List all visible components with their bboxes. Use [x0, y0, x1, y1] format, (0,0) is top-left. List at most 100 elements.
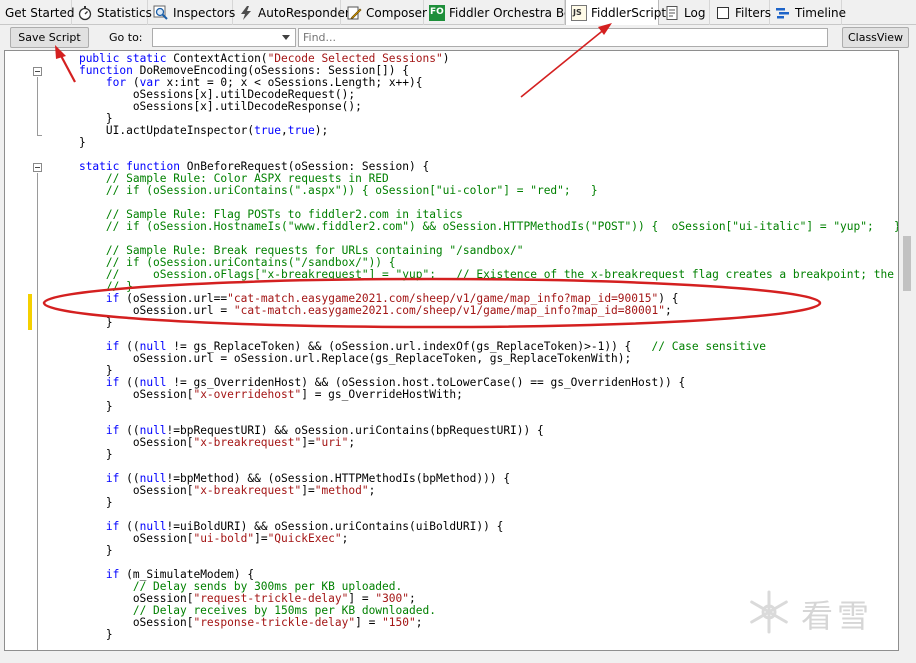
code-line: }	[52, 137, 86, 149]
code-line: }	[52, 317, 113, 329]
tab-label: Get Started	[5, 5, 75, 20]
goto-value	[153, 29, 295, 33]
lightning-icon	[238, 5, 254, 21]
code-token: ]=	[301, 484, 315, 497]
vertical-scrollbar[interactable]	[900, 50, 914, 651]
watermark-text: 看雪	[801, 597, 874, 635]
tab-label: Timeline	[795, 5, 847, 20]
script-icon: JS	[571, 5, 587, 21]
string-token: "x-breakrequest"	[193, 436, 302, 449]
tab-label: FiddlerScript	[591, 6, 667, 20]
tab-fiddlerscript[interactable]: JS FiddlerScript	[565, 0, 666, 26]
tab-fiddler-orchestra-beta[interactable]: FO Fiddler Orchestra Beta	[424, 0, 584, 25]
tab-timeline[interactable]: Timeline	[770, 0, 846, 25]
code-token: ]=	[301, 436, 315, 449]
comment-token: // if (oSession.uriContains(".aspx")) { …	[105, 184, 598, 197]
code-token: ;	[368, 484, 376, 497]
snowflake-icon	[745, 588, 793, 640]
code-token: }	[52, 400, 113, 413]
code-line: UI.actUpdateInspector(true,true);	[52, 125, 328, 137]
code-line: // if (oSession.uriContains(".aspx")) { …	[52, 185, 598, 197]
code-line: // oSession.oFlags["x-breakrequest"] = "…	[52, 268, 898, 281]
tab-label: Statistics	[97, 5, 152, 20]
tab-inspectors[interactable]: Inspectors	[148, 0, 236, 25]
code-token: ;	[415, 616, 423, 629]
code-line: oSession["x-overridehost"] = gs_Override…	[52, 389, 463, 401]
string-token: "uri"	[314, 436, 349, 449]
tab-label: Fiddler Orchestra Beta	[449, 5, 584, 20]
tab-label: Composer	[366, 5, 427, 20]
code-line: }	[52, 449, 113, 461]
comment-token: // oSession.oFlags["x-breakrequest"] = "…	[105, 268, 894, 281]
tab-label: Inspectors	[173, 5, 236, 20]
code-token: ;	[341, 532, 349, 545]
tab-filters[interactable]: Filters	[710, 0, 771, 25]
string-token: "method"	[314, 484, 369, 497]
pencil-icon	[346, 5, 362, 21]
scrollbar-thumb[interactable]	[903, 236, 911, 291]
string-token: "QuickExec"	[267, 532, 342, 545]
tab-label: Filters	[735, 5, 771, 20]
fold-end	[37, 135, 42, 136]
find-input[interactable]	[298, 28, 828, 47]
timeline-icon	[775, 5, 791, 21]
tab-get-started[interactable]: Get Started	[0, 0, 75, 25]
tab-label: AutoResponder	[258, 5, 350, 20]
magnifier-icon	[153, 5, 169, 21]
horizontal-scrollbar[interactable]	[4, 651, 899, 663]
keyword-token: true	[254, 124, 282, 137]
code-token: ] = gs_OverrideHostWith;	[301, 388, 463, 401]
script-toolbar: Save Script Go to: ClassView	[0, 25, 916, 50]
code-token: }	[52, 544, 113, 557]
fold-toggle[interactable]	[33, 67, 42, 76]
code-token: }	[52, 136, 86, 149]
fold-toggle[interactable]	[33, 163, 42, 172]
string-token: "x-overridehost"	[193, 388, 302, 401]
goto-label: Go to:	[109, 31, 143, 44]
checkbox-icon	[715, 5, 731, 21]
code-line: }	[52, 629, 113, 641]
code-token: }	[52, 448, 113, 461]
code-line: oSession.url = oSession.url.Replace(gs_R…	[52, 353, 631, 365]
code-token: oSession.url = oSession.url.Replace(gs_R…	[52, 352, 632, 365]
script-editor[interactable]: public static ContextAction("Decode Sele…	[4, 50, 899, 651]
tab-bar: Get Started Statistics Inspectors AutoRe…	[0, 0, 916, 26]
code-token: )	[442, 52, 450, 65]
comment-token: // if (oSession.HostnameIs("www.fiddler2…	[105, 220, 899, 233]
code-token: ]=	[254, 532, 268, 545]
code-token: );	[314, 124, 329, 137]
fold-margin	[5, 51, 52, 650]
code-token: ] =	[355, 616, 383, 629]
chevron-down-icon	[282, 35, 290, 40]
code-line: // if (oSession.HostnameIs("www.fiddler2…	[52, 220, 899, 233]
code-token: }	[52, 628, 113, 641]
watermark: 看雪	[745, 586, 895, 642]
string-token: "x-breakrequest"	[193, 484, 302, 497]
tab-log[interactable]: Log	[659, 0, 710, 25]
code-token: ,	[281, 124, 288, 137]
code-line: }	[52, 545, 113, 557]
fold-guide	[37, 77, 38, 135]
code-token: ;	[348, 436, 356, 449]
fo-icon: FO	[429, 4, 445, 21]
code-line: }	[52, 497, 113, 509]
code-line: oSession.url = "cat-match.easygame2021.c…	[52, 305, 672, 317]
log-icon	[664, 5, 680, 21]
classview-button[interactable]: ClassView	[842, 27, 909, 48]
string-token: "response-trickle-delay"	[193, 616, 356, 629]
tab-composer[interactable]: Composer	[341, 0, 427, 25]
string-token: "cat-match.easygame2021.com/sheep/v1/gam…	[233, 304, 665, 317]
save-script-button[interactable]: Save Script	[10, 27, 89, 48]
string-token: "ui-bold"	[193, 532, 255, 545]
tab-statistics[interactable]: Statistics	[72, 0, 152, 25]
goto-dropdown[interactable]	[152, 28, 296, 47]
tab-autoresponder[interactable]: AutoResponder	[233, 0, 350, 25]
code-token: ;	[664, 304, 672, 317]
code-token: }	[52, 316, 113, 329]
code-token: }	[52, 496, 113, 509]
comment-token: // Case sensitive	[651, 340, 767, 353]
code-line: }	[52, 401, 113, 413]
fold-guide	[37, 173, 38, 650]
